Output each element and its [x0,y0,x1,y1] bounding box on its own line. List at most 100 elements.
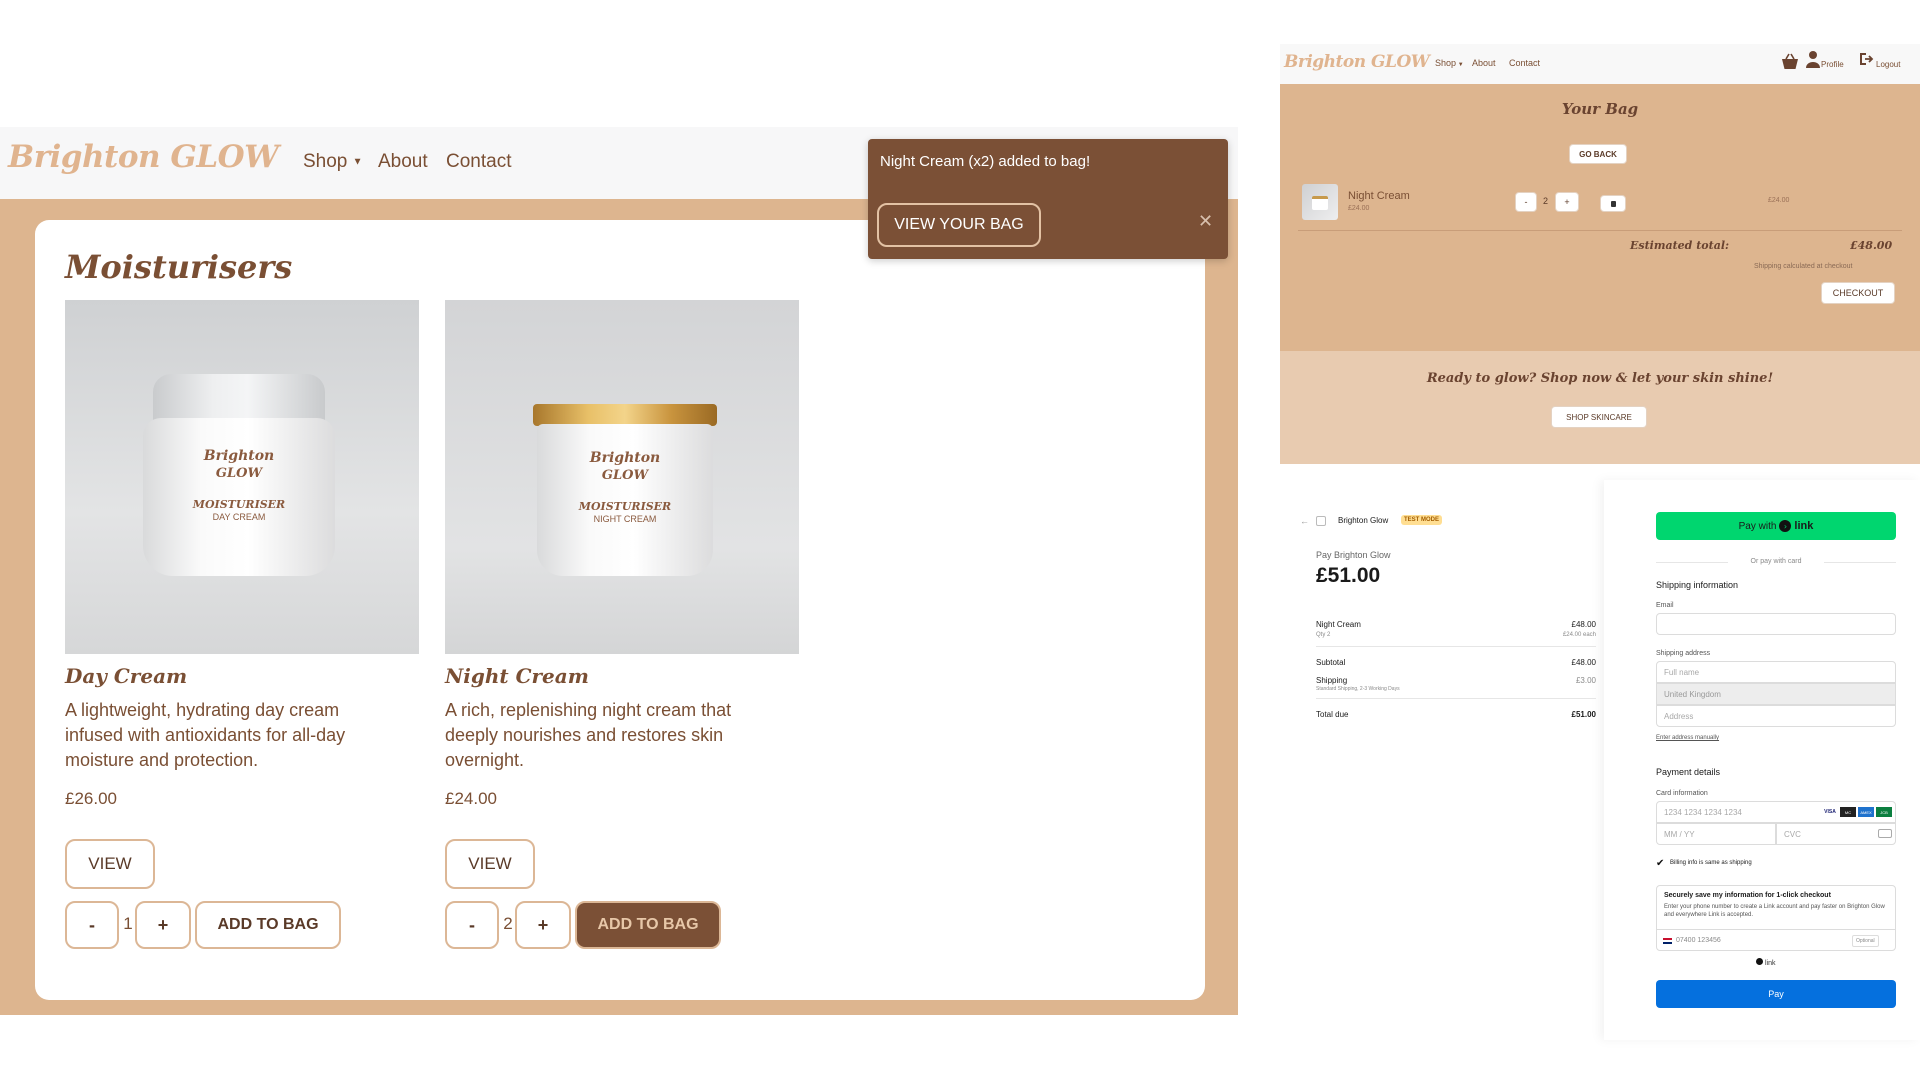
total-due-label: Total due [1316,710,1349,719]
product-image[interactable]: Brighton GLOW MOISTURISER NIGHT CREAM [445,300,799,654]
qty-minus-button[interactable]: - [65,901,119,949]
link-save-box: Securely save my information for 1-click… [1656,885,1896,951]
product-name[interactable]: Day Cream [65,664,419,688]
link-small-logo: link [1756,958,1775,967]
nav-about[interactable]: About [378,151,428,173]
back-arrow-icon[interactable]: ← [1300,516,1309,526]
email-input[interactable] [1656,613,1896,635]
brand-logo[interactable]: Brighton GLOW [8,139,279,175]
phone-input[interactable]: 07400 123456 Optional [1656,929,1896,951]
save-info-title: Securely save my information for 1-click… [1664,892,1831,899]
bag-section: Your Bag GO BACK Night Cream £24.00 - 2 … [1280,84,1920,351]
full-name-input[interactable]: Full name [1656,661,1896,683]
product-name[interactable]: Night Cream [445,664,799,688]
qty-value[interactable]: 1 [121,914,135,934]
view-button[interactable]: VIEW [65,839,155,889]
nav-shop-label: Shop [303,151,348,172]
pay-button[interactable]: Pay [1656,980,1896,1008]
email-label: Email [1656,602,1674,609]
amex-icon: AMEX [1858,807,1874,817]
product-price: £24.00 [445,789,497,808]
product-description: A lightweight, hydrating day cream infus… [65,700,346,770]
enter-address-manually-link[interactable]: Enter address manually [1656,735,1719,741]
total-due-value: £51.00 [1571,710,1596,719]
link-logo-icon [1756,958,1763,965]
card-info-label: Card information [1656,790,1708,797]
jar-mini [1312,196,1328,210]
jar-label: MOISTURISER [578,500,672,513]
bag-page-screenshot: Brighton GLOW Shop ▼ About Contact Profi… [1280,44,1920,464]
caret-down-icon: ▼ [352,156,363,168]
go-back-button[interactable]: GO BACK [1569,144,1627,164]
qty-value[interactable]: 2 [1543,196,1548,206]
uk-flag-icon [1663,938,1672,944]
checkout-button[interactable]: CHECKOUT [1821,282,1895,304]
jar-label: MOISTURISER [192,498,286,511]
product-image[interactable]: Brighton GLOW MOISTURISER DAY CREAM [65,300,419,654]
subtotal-value: £48.00 [1571,658,1596,667]
divider [1824,562,1896,563]
mastercard-icon: MC [1840,807,1856,817]
jar-body: Brighton GLOW MOISTURISER DAY CREAM [143,418,335,576]
checkout-screenshot: ← Brighton Glow TEST MODE Pay Brighton G… [1280,480,1920,1040]
address-input[interactable]: Address [1656,705,1896,727]
close-icon[interactable]: ✕ [1198,211,1213,232]
jar-brand-bottom: GLOW [601,468,649,483]
line-item-each: £24.00 each [1562,632,1596,638]
jcb-icon: JCB [1876,807,1892,817]
shop-skincare-button[interactable]: SHOP SKINCARE [1551,406,1647,428]
shipping-desc: Standard Shipping, 2-3 Working Days [1316,686,1400,692]
user-icon[interactable] [1806,50,1820,68]
billing-checkbox[interactable]: ✔ [1656,858,1664,869]
qty-plus-button[interactable]: + [515,901,571,949]
expiry-input[interactable]: MM / YY [1656,823,1776,845]
nav-contact[interactable]: Contact [446,151,511,173]
nav-logout[interactable]: Logout [1876,60,1900,69]
view-your-bag-button[interactable]: VIEW YOUR BAG [877,203,1041,247]
nav-about[interactable]: About [1472,58,1496,68]
merchant-name: Brighton Glow [1338,516,1389,525]
qty-plus-button[interactable]: + [1555,192,1579,212]
logout-icon[interactable] [1858,51,1874,67]
jar-sub: DAY CREAM [212,512,266,522]
shipping-info-heading: Shipping information [1656,580,1739,590]
bag-item-line-total: £24.00 [1768,197,1790,204]
view-button[interactable]: VIEW [445,839,535,889]
nav-shop-dropdown[interactable]: Shop ▼ [303,151,363,173]
nav-contact[interactable]: Contact [1509,58,1540,68]
brand-logo[interactable]: Brighton GLOW [1284,52,1430,72]
basket-icon[interactable] [1780,52,1800,72]
jar-brand-top: Brighton [589,450,661,466]
bag-item-name[interactable]: Night Cream [1348,190,1410,202]
remove-item-button[interactable] [1600,195,1626,212]
section-title: Moisturisers [65,248,293,286]
nav-shop-dropdown[interactable]: Shop ▼ [1435,58,1464,68]
qty-value[interactable]: 2 [501,914,515,934]
link-small-label: link [1764,960,1776,967]
divider [1656,562,1728,563]
qty-minus-button[interactable]: - [445,901,499,949]
country-select[interactable]: United Kingdom [1656,683,1896,705]
pay-with-label: Pay with [1738,520,1777,532]
qty-minus-button[interactable]: - [1515,192,1537,212]
product-card: Brighton GLOW MOISTURISER NIGHT CREAM Ni… [445,300,799,949]
estimated-total-label: Estimated total: [1630,239,1730,252]
add-to-bag-button[interactable]: ADD TO BAG [195,901,341,949]
merchant-icon [1316,516,1326,526]
line-item-name: Night Cream [1316,620,1361,629]
line-item-total: £48.00 [1571,620,1596,629]
phone-value: 07400 123456 [1676,937,1721,944]
nav-profile[interactable]: Profile [1821,60,1844,69]
bag-item-thumbnail[interactable] [1302,184,1338,220]
shop-page-screenshot: Brighton GLOW Shop ▼ About Contact Moist… [0,127,1238,1015]
jar-sub: NIGHT CREAM [593,514,657,524]
pay-with-link-button[interactable]: Pay with › link [1656,512,1896,540]
product-price: £26.00 [65,789,117,808]
add-to-bag-button-active[interactable]: ADD TO BAG [575,901,721,949]
qty-plus-button[interactable]: + [135,901,191,949]
billing-same-label: Billing info is same as shipping [1670,860,1752,866]
payment-details-heading: Payment details [1656,767,1721,777]
shipping-label: Shipping [1316,676,1348,685]
shipping-value: £3.00 [1575,676,1596,685]
line-item-qty: Qty 2 [1316,632,1331,638]
